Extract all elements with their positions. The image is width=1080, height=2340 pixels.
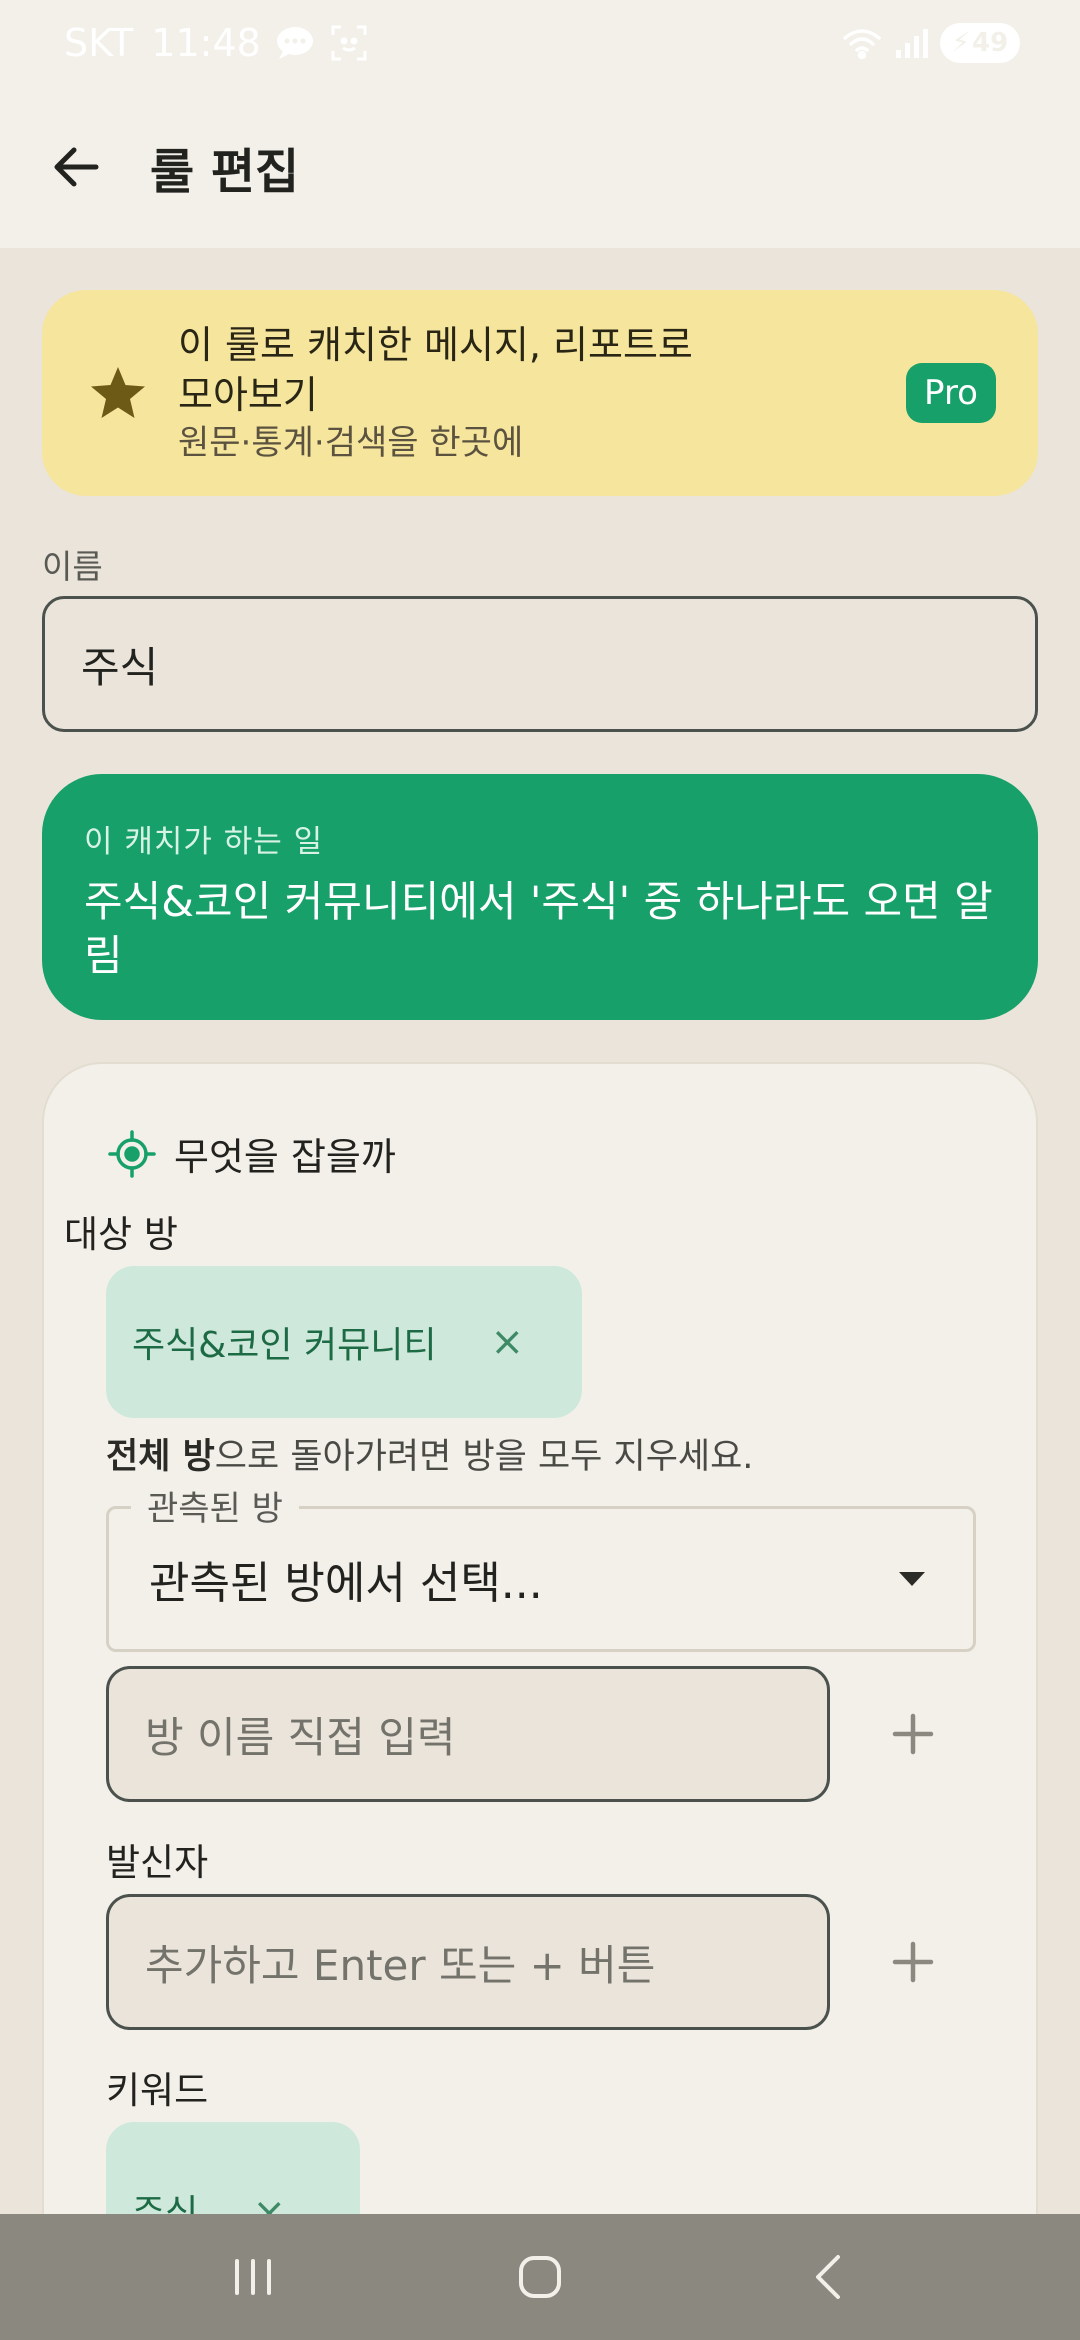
battery-level: 49 [972, 28, 1009, 58]
section-title-text: 무엇을 잡을까 [174, 1135, 396, 1179]
add-sender-button[interactable] [878, 1927, 948, 1997]
plus-icon [892, 1941, 934, 1983]
remove-room-button[interactable]: × [490, 1319, 524, 1365]
name-label: 이름 [42, 547, 103, 586]
screen: SKT 11:48 ⚡ 49 룰 편집 이 룰로 캐치한 메시지, 리포트로 모… [0, 0, 1080, 2340]
pro-badge[interactable]: Pro [906, 363, 996, 423]
target-rooms-label: 대상 방 [64, 1213, 178, 1256]
target-icon [108, 1129, 156, 1178]
summary-caption: 이 캐치가 하는 일 [84, 824, 324, 860]
signal-icon [894, 26, 928, 60]
plus-icon [892, 1713, 934, 1755]
screenshot-scan-icon [329, 23, 369, 63]
recent-apps-icon [235, 2259, 272, 2295]
chat-bubble-icon [275, 25, 315, 61]
sender-label: 발신자 [106, 1841, 209, 1884]
nav-back-button[interactable] [787, 2237, 867, 2317]
observed-rooms-select[interactable]: 관측된 방 관측된 방에서 선택... [106, 1481, 976, 1652]
star-icon [91, 367, 145, 418]
back-button[interactable] [48, 139, 104, 195]
section-title: 무엇을 잡을까 [108, 1126, 396, 1181]
home-icon [518, 2256, 561, 2298]
status-bar: SKT 11:48 ⚡ 49 [0, 0, 1080, 86]
keywords-label: 키워드 [106, 2069, 209, 2112]
hint-rest: 으로 돌아가려면 방을 모두 지우세요. [214, 1437, 754, 1477]
summary-description: 주식&코인 커뮤니티에서 '주식' 중 하나라도 오면 알림 [84, 877, 993, 980]
system-nav-bar [0, 2214, 1080, 2340]
app-bar: 룰 편집 [0, 86, 1080, 248]
carrier-label: SKT [64, 21, 134, 65]
room-chip-label: 주식&코인 커뮤니티 [132, 1325, 437, 1366]
promo-subtext: 원문·통계·검색을 한곳에 [178, 423, 524, 463]
pro-report-banner[interactable]: 이 룰로 캐치한 메시지, 리포트로 모아보기 원문·통계·검색을 한곳에 Pr… [42, 290, 1038, 496]
observed-rooms-legend: 관측된 방 [131, 1481, 299, 1530]
back-arrow-icon [54, 147, 99, 187]
sender-input[interactable]: 추가하고 Enter 또는 + 버튼 [106, 1894, 830, 2030]
wifi-icon [842, 26, 882, 60]
room-name-input[interactable]: 방 이름 직접 입력 [106, 1666, 830, 1802]
add-room-button[interactable] [878, 1699, 948, 1769]
observed-rooms-value: 관측된 방에서 선택... [149, 1558, 543, 1609]
dropdown-arrow-icon [899, 1572, 925, 1586]
battery-indicator: ⚡ 49 [940, 23, 1020, 63]
hint-bold: 전체 방 [106, 1437, 215, 1477]
rule-summary-card: 이 캐치가 하는 일 주식&코인 커뮤니티에서 '주식' 중 하나라도 오면 알… [42, 774, 1038, 1020]
clock: 11:48 [151, 21, 261, 65]
promo-headline: 이 룰로 캐치한 메시지, 리포트로 모아보기 [178, 323, 693, 417]
name-input[interactable]: 주식 [42, 596, 1038, 732]
nav-back-icon [815, 2255, 840, 2299]
home-button[interactable] [500, 2237, 580, 2317]
room-chip: 주식&코인 커뮤니티 × [106, 1266, 582, 1418]
all-rooms-hint: 전체 방으로 돌아가려면 방을 모두 지우세요. [106, 1428, 753, 1479]
page-title: 룰 편집 [150, 144, 300, 200]
recent-apps-button[interactable] [213, 2237, 293, 2317]
charging-bolt-icon: ⚡ [951, 28, 971, 58]
